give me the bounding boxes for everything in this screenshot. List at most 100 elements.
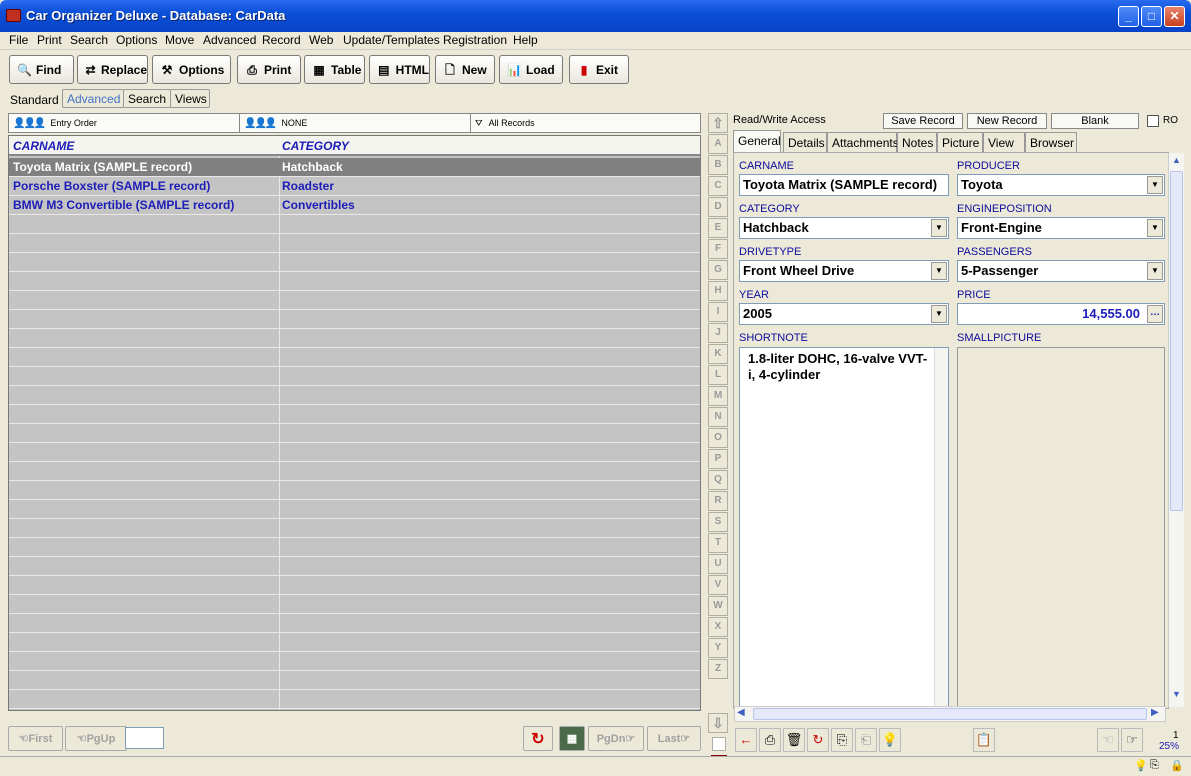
back-arrow-icon[interactable]: ← [735, 728, 757, 752]
tab-advanced[interactable]: Advanced [62, 89, 124, 108]
alpha-l-button[interactable]: L [708, 365, 728, 385]
load-button[interactable]: 📊 Load [499, 55, 563, 84]
scroll-up-icon[interactable]: ▲ [1170, 155, 1183, 169]
tab-views[interactable]: Views [170, 89, 210, 108]
passengers-select[interactable]: 5-Passenger ▼ [957, 260, 1165, 282]
alpha-u-button[interactable]: U [708, 554, 728, 574]
menu-update-templates[interactable]: Update/Templates [343, 33, 440, 47]
grid-view-button[interactable]: ▦ [559, 726, 585, 751]
scroll-down-arrow-icon[interactable]: ⇩ [708, 713, 728, 733]
sort-order-selector[interactable]: 👤👤👤 Entry Order [9, 114, 240, 132]
chevron-down-icon[interactable]: ▼ [1147, 176, 1163, 194]
alpha-s-button[interactable]: S [708, 512, 728, 532]
tab-search[interactable]: Search [123, 89, 171, 108]
engineposition-select[interactable]: Front-Engine ▼ [957, 217, 1165, 239]
filter-selector[interactable]: 👤👤👤 NONE [240, 114, 471, 132]
hscroll-thumb[interactable] [753, 708, 1147, 720]
textarea-scrollbar[interactable] [934, 348, 948, 706]
column-header-category[interactable]: CATEGORY [282, 139, 349, 153]
scroll-down-icon[interactable]: ▼ [1170, 689, 1183, 703]
alpha-q-button[interactable]: Q [708, 470, 728, 490]
paste-record-icon[interactable]: ⎗ [855, 728, 877, 752]
alpha-f-button[interactable]: F [708, 239, 728, 259]
first-button[interactable]: ☜ First [8, 726, 63, 751]
producer-select[interactable]: Toyota ▼ [957, 174, 1165, 196]
alpha-j-button[interactable]: J [708, 323, 728, 343]
records-selector[interactable]: ⛛ All Records [471, 114, 700, 132]
tab-view[interactable]: View [983, 132, 1025, 152]
chevron-down-icon[interactable]: ▼ [931, 305, 947, 323]
refresh-button[interactable]: ↻ [523, 726, 553, 751]
menu-help[interactable]: Help [513, 33, 538, 47]
index-checkbox[interactable] [712, 737, 726, 751]
tab-browser[interactable]: Browser [1025, 132, 1077, 152]
table-row[interactable]: Porsche Boxster (SAMPLE record) Roadster [9, 177, 700, 196]
alpha-y-button[interactable]: Y [708, 638, 728, 658]
menu-record[interactable]: Record [262, 33, 301, 47]
menu-search[interactable]: Search [70, 33, 108, 47]
tab-standard[interactable]: Standard [6, 91, 63, 110]
alpha-z-button[interactable]: Z [708, 659, 728, 679]
carname-field[interactable]: Toyota Matrix (SAMPLE record) [739, 174, 949, 196]
alpha-x-button[interactable]: X [708, 617, 728, 637]
menu-advanced[interactable]: Advanced [203, 33, 256, 47]
printer-icon[interactable]: ⎙ [759, 728, 781, 752]
exit-button[interactable]: ▮ Exit [569, 55, 629, 84]
ellipsis-button[interactable]: … [1147, 305, 1163, 323]
alpha-m-button[interactable]: M [708, 386, 728, 406]
tab-notes[interactable]: Notes [897, 132, 937, 152]
print-button[interactable]: ⎙ Print [237, 55, 301, 84]
shortnote-textarea[interactable]: 1.8-liter DOHC, 16-valve VVT-i, 4-cylind… [739, 347, 949, 707]
alpha-t-button[interactable]: T [708, 533, 728, 553]
html-button[interactable]: ▤ HTML [369, 55, 430, 84]
table-row[interactable]: BMW M3 Convertible (SAMPLE record) Conver… [9, 196, 700, 215]
tab-details[interactable]: Details [783, 132, 827, 152]
copy-record-icon[interactable]: ⎘ [831, 728, 853, 752]
trash-icon[interactable]: 🗑 [783, 728, 805, 752]
alpha-d-button[interactable]: D [708, 197, 728, 217]
chevron-down-icon[interactable]: ▼ [931, 262, 947, 280]
replace-button[interactable]: ⇄ Replace [77, 55, 148, 84]
table-button[interactable]: ▦ Table [304, 55, 365, 84]
refresh-icon[interactable]: ↻ [807, 728, 829, 752]
category-select[interactable]: Hatchback ▼ [739, 217, 949, 239]
maximize-button[interactable]: □ [1141, 6, 1162, 27]
goto-record-input[interactable] [125, 727, 164, 749]
save-record-button[interactable]: Save Record [883, 113, 963, 129]
alpha-p-button[interactable]: P [708, 449, 728, 469]
alpha-a-button[interactable]: A [708, 134, 728, 154]
alpha-n-button[interactable]: N [708, 407, 728, 427]
chevron-down-icon[interactable]: ▼ [1147, 219, 1163, 237]
alpha-e-button[interactable]: E [708, 218, 728, 238]
alpha-k-button[interactable]: K [708, 344, 728, 364]
new-button[interactable]: 🗋 New [435, 55, 495, 84]
menu-web[interactable]: Web [309, 33, 333, 47]
year-select[interactable]: 2005 ▼ [739, 303, 949, 325]
hand-left-icon[interactable]: ☜ [1097, 728, 1119, 752]
column-header-carname[interactable]: CARNAME [13, 139, 74, 153]
hand-right-icon[interactable]: ☞ [1121, 728, 1143, 752]
alpha-b-button[interactable]: B [708, 155, 728, 175]
menu-file[interactable]: File [9, 33, 28, 47]
price-field[interactable]: 14,555.00… [957, 303, 1165, 325]
tab-attachments[interactable]: Attachments [827, 132, 899, 152]
alpha-i-button[interactable]: I [708, 302, 728, 322]
scroll-right-icon[interactable]: ▶ [1151, 707, 1159, 718]
tab-picture[interactable]: Picture [937, 132, 983, 152]
last-button[interactable]: Last ☞ [647, 726, 701, 751]
alpha-r-button[interactable]: R [708, 491, 728, 511]
options-button[interactable]: ⚒ Options [152, 55, 231, 84]
find-button[interactable]: 🔍 Find [9, 55, 74, 84]
drivetype-select[interactable]: Front Wheel Drive ▼ [739, 260, 949, 282]
menu-move[interactable]: Move [165, 33, 194, 47]
close-button[interactable]: ✕ [1164, 6, 1185, 27]
pgup-button[interactable]: ☜ PgUp [65, 726, 127, 751]
alpha-o-button[interactable]: O [708, 428, 728, 448]
alpha-g-button[interactable]: G [708, 260, 728, 280]
scroll-up-arrow-icon[interactable]: ⇧ [708, 113, 728, 133]
lightbulb-icon[interactable]: 💡 [879, 728, 901, 752]
new-record-button[interactable]: New Record [967, 113, 1047, 129]
menu-print[interactable]: Print [37, 33, 62, 47]
chevron-down-icon[interactable]: ▼ [1147, 262, 1163, 280]
tab-general[interactable]: General [733, 130, 781, 152]
